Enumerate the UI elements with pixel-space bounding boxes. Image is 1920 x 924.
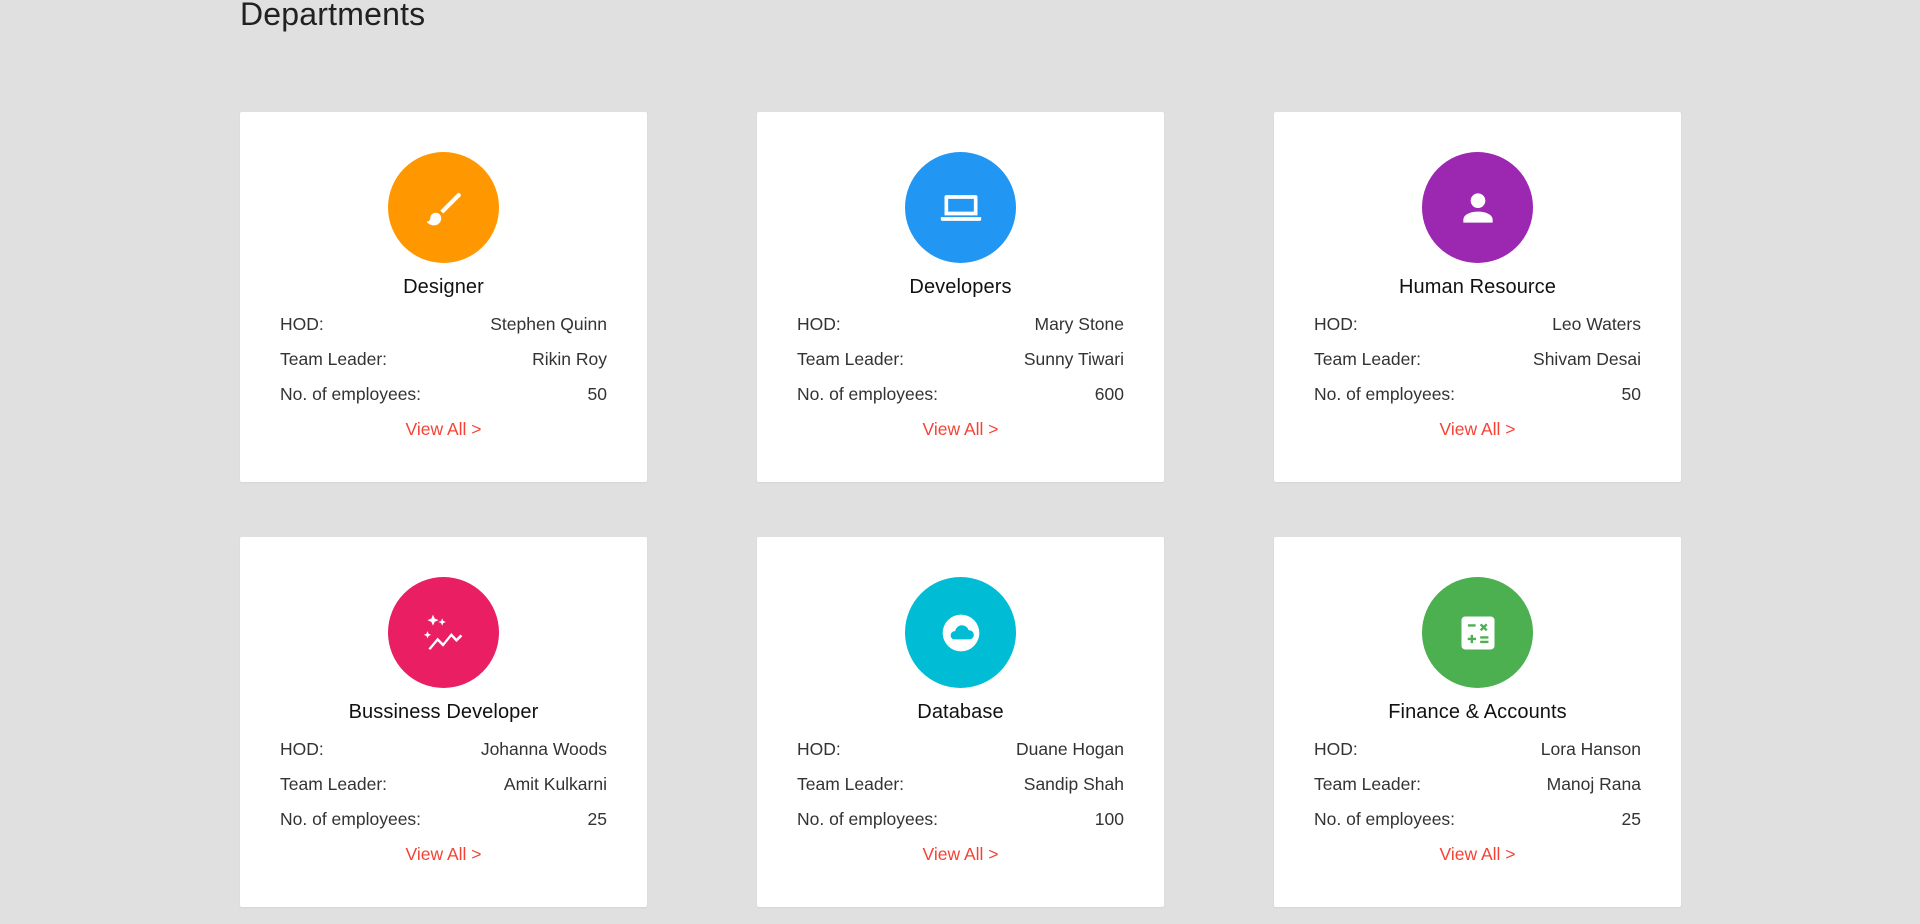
- department-name: Designer: [403, 276, 484, 298]
- hod-label: HOD:: [280, 314, 324, 334]
- employees-value: 25: [1621, 809, 1641, 829]
- department-card-bussiness-developer: Bussiness Developer HOD: Johanna Woods T…: [240, 537, 647, 907]
- employees-label: No. of employees:: [1314, 809, 1456, 829]
- paintbrush-icon: [426, 192, 461, 225]
- team-leader-value: Sunny Tiwari: [1023, 349, 1124, 369]
- employees-label: No. of employees:: [797, 384, 939, 404]
- employees-row: No. of employees: 100: [797, 807, 1124, 842]
- department-icon-circle: [388, 577, 499, 688]
- team-leader-row: Team Leader: Sunny Tiwari: [797, 347, 1124, 382]
- employees-row: No. of employees: 50: [1314, 382, 1641, 417]
- department-card-designer: Designer HOD: Stephen Quinn Team Leader:…: [240, 112, 647, 482]
- employees-row: No. of employees: 25: [280, 807, 607, 842]
- employees-value: 100: [1094, 809, 1124, 829]
- department-icon-circle: [388, 152, 499, 263]
- calculator-icon: [1461, 616, 1494, 649]
- department-icon-circle: [1422, 577, 1533, 688]
- employees-row: No. of employees: 50: [280, 382, 607, 417]
- employees-value: 25: [587, 809, 607, 829]
- department-icon-circle: [1422, 152, 1533, 263]
- view-all-link[interactable]: View All >: [240, 419, 647, 440]
- team-leader-value: Manoj Rana: [1546, 774, 1641, 794]
- hod-value: Mary Stone: [1034, 314, 1124, 334]
- employees-value: 50: [1621, 384, 1641, 404]
- department-icon-circle: [905, 152, 1016, 263]
- employees-label: No. of employees:: [797, 809, 939, 829]
- team-leader-label: Team Leader:: [1314, 774, 1422, 794]
- hod-value: Stephen Quinn: [490, 314, 607, 334]
- employees-value: 600: [1094, 384, 1124, 404]
- hod-row: HOD: Mary Stone: [797, 312, 1124, 347]
- team-leader-value: Shivam Desai: [1533, 349, 1641, 369]
- employees-label: No. of employees:: [1314, 384, 1456, 404]
- sparkle-chart-icon: [423, 614, 462, 650]
- hod-value: Johanna Woods: [480, 739, 607, 759]
- hod-label: HOD:: [1314, 739, 1358, 759]
- hod-label: HOD:: [280, 739, 324, 759]
- departments-grid: Designer HOD: Stephen Quinn Team Leader:…: [240, 112, 1681, 907]
- team-leader-value: Sandip Shah: [1023, 774, 1124, 794]
- department-card-developers: Developers HOD: Mary Stone Team Leader: …: [757, 112, 1164, 482]
- department-card-finance-accounts: Finance & Accounts HOD: Lora Hanson Team…: [1274, 537, 1681, 907]
- employees-row: No. of employees: 600: [797, 382, 1124, 417]
- team-leader-value: Amit Kulkarni: [503, 774, 607, 794]
- hod-value: Duane Hogan: [1016, 739, 1124, 759]
- person-icon: [1462, 192, 1493, 223]
- view-all-link[interactable]: View All >: [757, 419, 1164, 440]
- department-name: Finance & Accounts: [1388, 701, 1567, 723]
- team-leader-label: Team Leader:: [280, 774, 388, 794]
- team-leader-row: Team Leader: Manoj Rana: [1314, 772, 1641, 807]
- department-name: Human Resource: [1398, 276, 1557, 298]
- view-all-link[interactable]: View All >: [240, 844, 647, 865]
- cloud-icon: [942, 614, 979, 651]
- hod-row: HOD: Duane Hogan: [797, 737, 1124, 772]
- hod-row: HOD: Stephen Quinn: [280, 312, 607, 347]
- laptop-icon: [940, 194, 981, 221]
- department-icon-circle: [905, 577, 1016, 688]
- hod-row: HOD: Leo Waters: [1314, 312, 1641, 347]
- team-leader-label: Team Leader:: [797, 349, 905, 369]
- hod-row: HOD: Johanna Woods: [280, 737, 607, 772]
- page-title: Departments: [240, 0, 426, 32]
- department-name: Database: [917, 701, 1004, 723]
- department-name: Developers: [909, 276, 1012, 298]
- team-leader-row: Team Leader: Rikin Roy: [280, 347, 607, 382]
- team-leader-value: Rikin Roy: [532, 349, 607, 369]
- employees-label: No. of employees:: [280, 809, 422, 829]
- hod-label: HOD:: [1314, 314, 1358, 334]
- team-leader-row: Team Leader: Shivam Desai: [1314, 347, 1641, 382]
- view-all-link[interactable]: View All >: [1274, 844, 1681, 865]
- employees-row: No. of employees: 25: [1314, 807, 1641, 842]
- department-card-database: Database HOD: Duane Hogan Team Leader: S…: [757, 537, 1164, 907]
- hod-row: HOD: Lora Hanson: [1314, 737, 1641, 772]
- view-all-link[interactable]: View All >: [757, 844, 1164, 865]
- view-all-link[interactable]: View All >: [1274, 419, 1681, 440]
- hod-value: Leo Waters: [1552, 314, 1641, 334]
- employees-value: 50: [587, 384, 607, 404]
- department-name: Bussiness Developer: [348, 701, 539, 723]
- team-leader-label: Team Leader:: [797, 774, 905, 794]
- hod-value: Lora Hanson: [1540, 739, 1641, 759]
- team-leader-row: Team Leader: Amit Kulkarni: [280, 772, 607, 807]
- hod-label: HOD:: [797, 314, 841, 334]
- department-card-human-resource: Human Resource HOD: Leo Waters Team Lead…: [1274, 112, 1681, 482]
- team-leader-label: Team Leader:: [1314, 349, 1422, 369]
- employees-label: No. of employees:: [280, 384, 422, 404]
- team-leader-label: Team Leader:: [280, 349, 388, 369]
- hod-label: HOD:: [797, 739, 841, 759]
- team-leader-row: Team Leader: Sandip Shah: [797, 772, 1124, 807]
